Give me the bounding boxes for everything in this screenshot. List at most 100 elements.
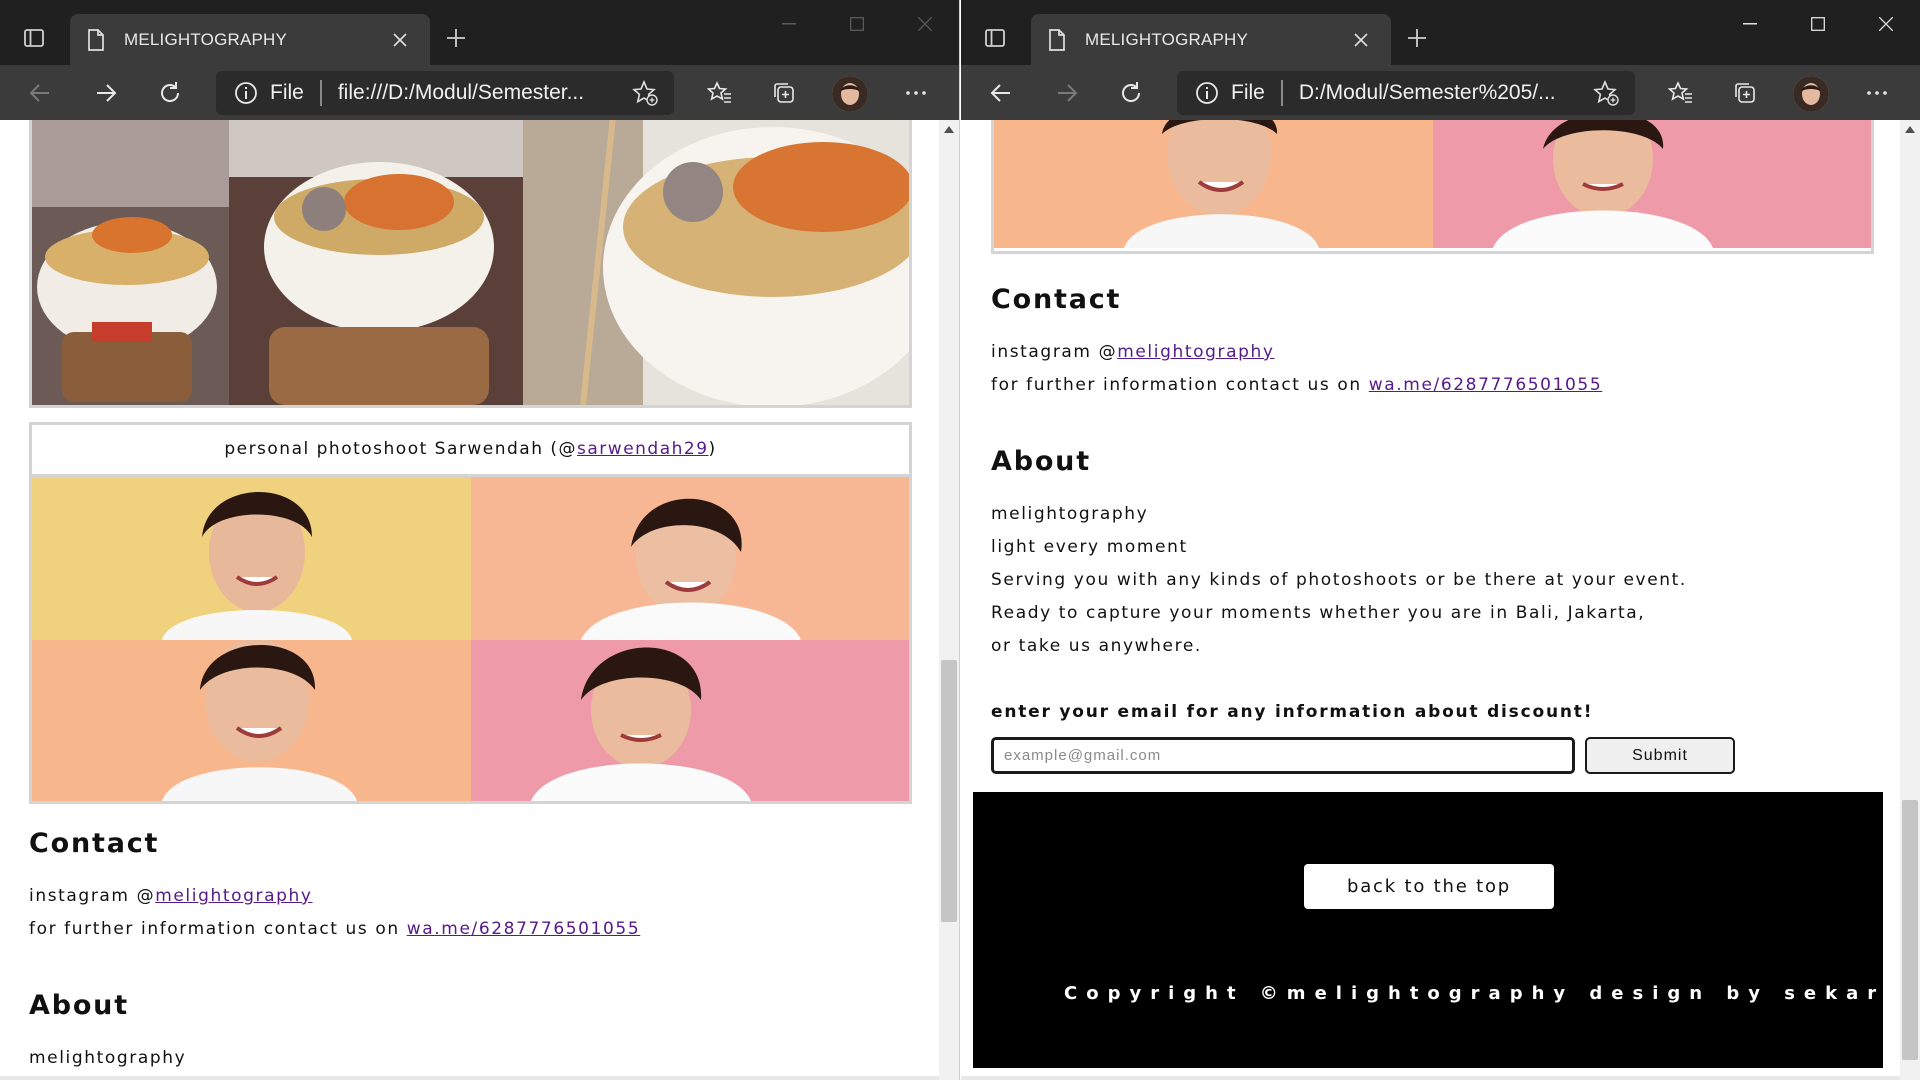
refresh-icon[interactable]: [1113, 75, 1149, 111]
whatsapp-link[interactable]: wa.me/6287776501055: [407, 919, 640, 939]
tab-title: MELIGHTOGRAPHY: [124, 29, 288, 49]
caption-handle-link[interactable]: sarwendah29: [577, 439, 709, 459]
close-icon[interactable]: [386, 26, 414, 54]
browser-window-right: MELIGHTOGRAPHY File D:/Modul/Semester%20…: [961, 0, 1920, 1080]
more-icon[interactable]: [898, 75, 934, 111]
address-bar[interactable]: File D:/Modul/Semester%205/...: [1177, 71, 1635, 115]
browser-tab[interactable]: MELIGHTOGRAPHY: [70, 14, 430, 65]
gallery-photo: [471, 640, 909, 801]
info-icon[interactable]: [1195, 81, 1219, 105]
submit-button[interactable]: Submit: [1585, 737, 1735, 774]
whatsapp-line: for further information contact us on wa…: [29, 919, 640, 939]
address-separator: [1280, 80, 1283, 106]
gallery-photo: [32, 477, 471, 640]
page-icon: [1049, 28, 1065, 51]
forward-icon[interactable]: [1049, 75, 1085, 111]
scroll-up-arrow[interactable]: [1905, 126, 1915, 133]
favorites-icon[interactable]: [1663, 75, 1699, 111]
about-line: light every moment: [991, 537, 1188, 557]
tab-actions-icon[interactable]: [16, 20, 52, 56]
page-icon: [88, 28, 104, 51]
gallery-photo: [471, 477, 909, 640]
newsletter-label: enter your email for any information abo…: [991, 702, 1594, 722]
favorites-icon[interactable]: [702, 75, 738, 111]
copyright-text: Copyright ©melightography design by seka…: [1064, 983, 1920, 1004]
about-heading: About: [991, 446, 1091, 477]
forward-icon[interactable]: [88, 75, 124, 111]
address-separator: [319, 80, 322, 106]
whatsapp-prefix: for further information contact us on: [991, 375, 1369, 395]
horizontal-scroll-track: [961, 1076, 1900, 1080]
caption-suffix: ): [708, 439, 717, 459]
url-scheme: File: [270, 81, 304, 104]
browser-tab[interactable]: MELIGHTOGRAPHY: [1031, 14, 1391, 65]
address-bar[interactable]: File file:///D:/Modul/Semester...: [216, 71, 674, 115]
avatar[interactable]: [832, 76, 868, 112]
footer: back to the top Copyright ©melightograph…: [973, 792, 1920, 1068]
gallery-photo: [994, 120, 1433, 248]
tab-title: MELIGHTOGRAPHY: [1085, 29, 1249, 49]
email-input[interactable]: [991, 737, 1575, 774]
maximize-icon[interactable]: [1784, 8, 1852, 40]
maximize-icon[interactable]: [823, 8, 891, 40]
whatsapp-line: for further information contact us on wa…: [991, 375, 1602, 395]
scrollbar-thumb[interactable]: [941, 660, 957, 922]
navigation-toolbar: File file:///D:/Modul/Semester...: [0, 65, 959, 120]
url-text[interactable]: D:/Modul/Semester%205/...: [1299, 81, 1585, 105]
window-controls: [1716, 8, 1920, 40]
instagram-link[interactable]: melightography: [155, 886, 312, 906]
whatsapp-prefix: for further information contact us on: [29, 919, 407, 939]
window-controls: [755, 8, 959, 40]
gallery-photo: [1433, 120, 1871, 248]
plus-icon[interactable]: [1401, 22, 1433, 54]
refresh-icon[interactable]: [152, 75, 188, 111]
back-icon[interactable]: [983, 75, 1019, 111]
back-to-top-button[interactable]: back to the top: [1304, 864, 1554, 909]
collections-icon[interactable]: [766, 75, 802, 111]
back-icon[interactable]: [22, 75, 58, 111]
minimize-icon[interactable]: [755, 8, 823, 40]
title-bar: MELIGHTOGRAPHY: [961, 0, 1920, 65]
instagram-prefix: instagram @: [29, 886, 156, 906]
gallery-caption: personal photoshoot Sarwendah (@sarwenda…: [32, 425, 909, 477]
more-icon[interactable]: [1859, 75, 1895, 111]
about-line: or take us anywhere.: [991, 636, 1202, 656]
scroll-up-arrow[interactable]: [944, 126, 954, 133]
instagram-line: instagram @melightography: [991, 342, 1275, 362]
gallery-photo: [523, 120, 909, 405]
close-icon[interactable]: [1347, 26, 1375, 54]
gallery-photo: [32, 120, 229, 405]
minimize-icon[interactable]: [1716, 8, 1784, 40]
gallery-photo: [32, 640, 471, 801]
about-line: melightography: [991, 504, 1149, 524]
page-viewport[interactable]: Contact instagram @melightography for fu…: [961, 120, 1920, 1080]
about-line: Serving you with any kinds of photoshoot…: [991, 570, 1687, 590]
navigation-toolbar: File D:/Modul/Semester%205/...: [961, 65, 1920, 120]
vertical-scrollbar[interactable]: [939, 120, 959, 1080]
url-text[interactable]: file:///D:/Modul/Semester...: [338, 81, 624, 105]
add-favorite-icon[interactable]: [630, 78, 660, 108]
info-icon[interactable]: [234, 81, 258, 105]
instagram-prefix: instagram @: [991, 342, 1118, 362]
vertical-scrollbar[interactable]: [1900, 120, 1920, 1080]
caption-text: personal photoshoot Sarwendah (@: [224, 439, 578, 459]
contact-heading: Contact: [991, 284, 1122, 315]
about-line: melightography: [29, 1048, 187, 1068]
food-gallery: [29, 120, 912, 408]
whatsapp-link[interactable]: wa.me/6287776501055: [1369, 375, 1602, 395]
add-favorite-icon[interactable]: [1591, 78, 1621, 108]
scrollbar-thumb[interactable]: [1902, 800, 1918, 1060]
portrait-gallery: personal photoshoot Sarwendah (@sarwenda…: [29, 422, 912, 804]
close-window-icon[interactable]: [1852, 8, 1920, 40]
instagram-line: instagram @melightography: [29, 886, 313, 906]
tab-actions-icon[interactable]: [977, 20, 1013, 56]
plus-icon[interactable]: [440, 22, 472, 54]
portrait-gallery: [991, 120, 1874, 254]
collections-icon[interactable]: [1727, 75, 1763, 111]
page-viewport[interactable]: personal photoshoot Sarwendah (@sarwenda…: [0, 120, 959, 1080]
instagram-link[interactable]: melightography: [1117, 342, 1274, 362]
gallery-photo: [229, 120, 523, 405]
close-window-icon[interactable]: [891, 8, 959, 40]
avatar[interactable]: [1793, 76, 1829, 112]
horizontal-scroll-track: [0, 1076, 939, 1080]
